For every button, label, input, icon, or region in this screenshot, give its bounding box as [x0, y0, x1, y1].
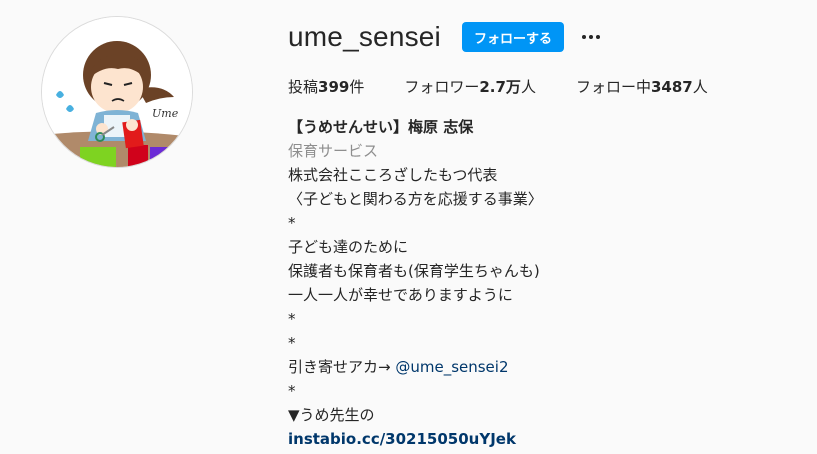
username: ume_sensei — [288, 21, 441, 52]
bio-line: * — [288, 382, 296, 400]
profile-stats: 投稿399件 フォロワー2.7万人 フォロー中3487人 — [288, 76, 748, 97]
avatar-illustration: Ume — [42, 17, 192, 167]
following-count[interactable]: フォロー中3487人 — [576, 76, 708, 97]
profile-header: ume_sensei フォローする — [288, 18, 606, 56]
profile-avatar[interactable]: Ume — [42, 17, 192, 167]
bio-line: 保護者も保育者も(保育学生ちゃんも) — [288, 262, 540, 280]
bio-line: 子ども達のために — [288, 238, 409, 256]
mention-link[interactable]: @ume_sensei2 — [395, 358, 508, 376]
posts-count[interactable]: 投稿399件 — [288, 76, 364, 97]
bio-mention-line: 引き寄せアカ→ @ume_sensei2 — [288, 358, 509, 376]
avatar-caption: Ume — [152, 107, 179, 120]
follow-button[interactable]: フォローする — [461, 22, 564, 52]
bio-external-link[interactable]: instabio.cc/30215050uYJek — [288, 430, 516, 448]
bio-line: * — [288, 214, 296, 232]
bio-line: 株式会社こころざしたもつ代表 — [288, 166, 498, 184]
bio-line: 〈子どもと関わる方を応援する事業〉 — [288, 190, 543, 208]
category-label: 保育サービス — [288, 142, 379, 160]
bio-line: * — [288, 310, 296, 328]
profile-bio: 【うめせんせい】梅原 志保 保育サービス 株式会社こころざしたもつ代表 〈子ども… — [288, 115, 788, 451]
more-options-icon[interactable] — [576, 22, 606, 52]
bio-line: ▼うめ先生の — [288, 406, 375, 424]
followers-count[interactable]: フォロワー2.7万人 — [404, 76, 536, 97]
bio-line: * — [288, 334, 296, 352]
full-name: 【うめせんせい】梅原 志保 — [288, 118, 474, 136]
bio-line: 一人一人が幸せでありますように — [288, 286, 513, 304]
